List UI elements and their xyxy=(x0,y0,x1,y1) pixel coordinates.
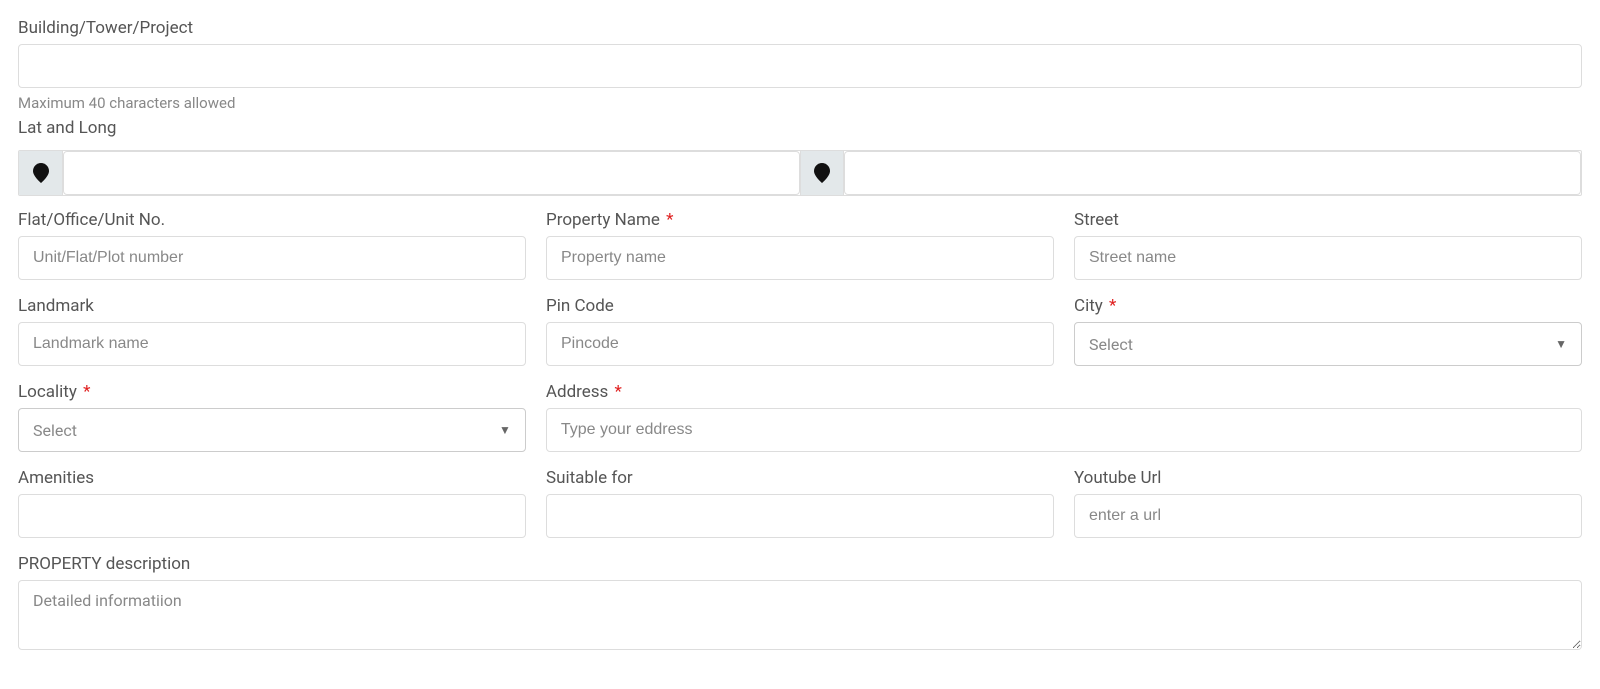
map-pin-icon xyxy=(19,151,63,195)
city-label-text: City xyxy=(1074,296,1103,316)
street-input[interactable] xyxy=(1074,236,1582,280)
youtube-input[interactable] xyxy=(1074,494,1582,538)
locality-label: Locality * xyxy=(18,382,526,402)
landmark-label: Landmark xyxy=(18,296,526,316)
suitable-label: Suitable for xyxy=(546,468,1054,488)
property-name-label-text: Property Name xyxy=(546,210,660,230)
pincode-label: Pin Code xyxy=(546,296,1054,316)
property-name-input[interactable] xyxy=(546,236,1054,280)
caret-down-icon: ▼ xyxy=(1555,337,1567,351)
property-name-label: Property Name * xyxy=(546,210,1054,230)
description-textarea[interactable] xyxy=(18,580,1582,650)
suitable-input[interactable] xyxy=(546,494,1054,538)
building-helper: Maximum 40 characters allowed xyxy=(18,94,1582,112)
locality-select-value: Select xyxy=(33,421,77,440)
building-label: Building/Tower/Project xyxy=(18,18,1582,38)
long-cell xyxy=(800,151,1581,195)
required-marker: * xyxy=(615,382,622,402)
building-input[interactable] xyxy=(18,44,1582,88)
youtube-label: Youtube Url xyxy=(1074,468,1582,488)
caret-down-icon: ▼ xyxy=(499,423,511,437)
city-select[interactable]: Select ▼ xyxy=(1074,322,1582,366)
address-input[interactable] xyxy=(546,408,1582,452)
address-label-text: Address xyxy=(546,382,608,402)
landmark-input[interactable] xyxy=(18,322,526,366)
locality-select[interactable]: Select ▼ xyxy=(18,408,526,452)
description-label: PROPERTY description xyxy=(18,554,1582,574)
long-input[interactable] xyxy=(844,151,1581,195)
pincode-input[interactable] xyxy=(546,322,1054,366)
unit-label: Flat/Office/Unit No. xyxy=(18,210,526,230)
required-marker: * xyxy=(666,210,673,230)
locality-label-text: Locality xyxy=(18,382,77,402)
address-label: Address * xyxy=(546,382,1582,402)
unit-input[interactable] xyxy=(18,236,526,280)
city-select-value: Select xyxy=(1089,335,1133,354)
lat-input[interactable] xyxy=(63,151,800,195)
map-pin-icon xyxy=(800,151,844,195)
required-marker: * xyxy=(1109,296,1116,316)
amenities-label: Amenities xyxy=(18,468,526,488)
lat-cell xyxy=(19,151,800,195)
required-marker: * xyxy=(83,382,90,402)
amenities-input[interactable] xyxy=(18,494,526,538)
street-label: Street xyxy=(1074,210,1582,230)
city-label: City * xyxy=(1074,296,1582,316)
latlong-label: Lat and Long xyxy=(18,118,1582,138)
latlong-row xyxy=(18,150,1582,196)
